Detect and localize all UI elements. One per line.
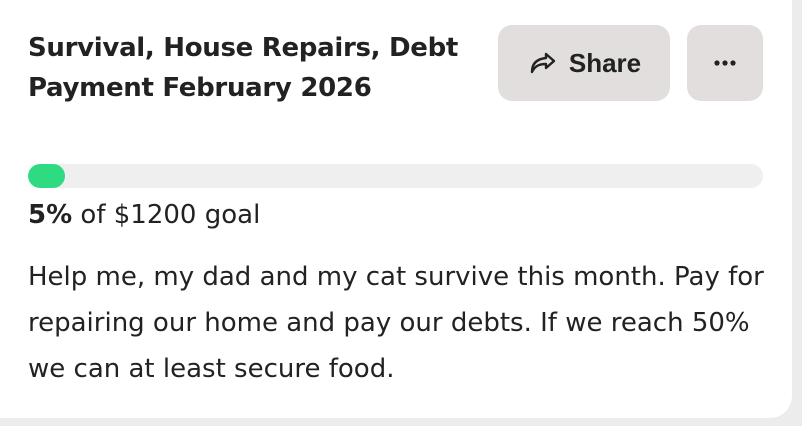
more-horizontal-icon: [709, 58, 741, 68]
share-icon: [527, 47, 559, 79]
progress-bar-fill: [28, 164, 65, 188]
share-label: Share: [568, 47, 642, 78]
goal-text: of $1200 goal: [80, 200, 261, 230]
campaign-title: Survival, House Repairs, Debt Payment Fe…: [28, 33, 459, 103]
goal-summary: 5% of $1200 goal: [28, 196, 260, 234]
more-options-button[interactable]: [687, 25, 763, 101]
progress-percent: 5%: [28, 200, 73, 230]
share-button[interactable]: Share: [498, 25, 670, 101]
progress-bar: [28, 164, 763, 188]
fundraiser-card: Survival, House Repairs, Debt Payment Fe…: [0, 0, 792, 418]
campaign-description: Help me, my dad and my cat survive this …: [28, 262, 764, 384]
